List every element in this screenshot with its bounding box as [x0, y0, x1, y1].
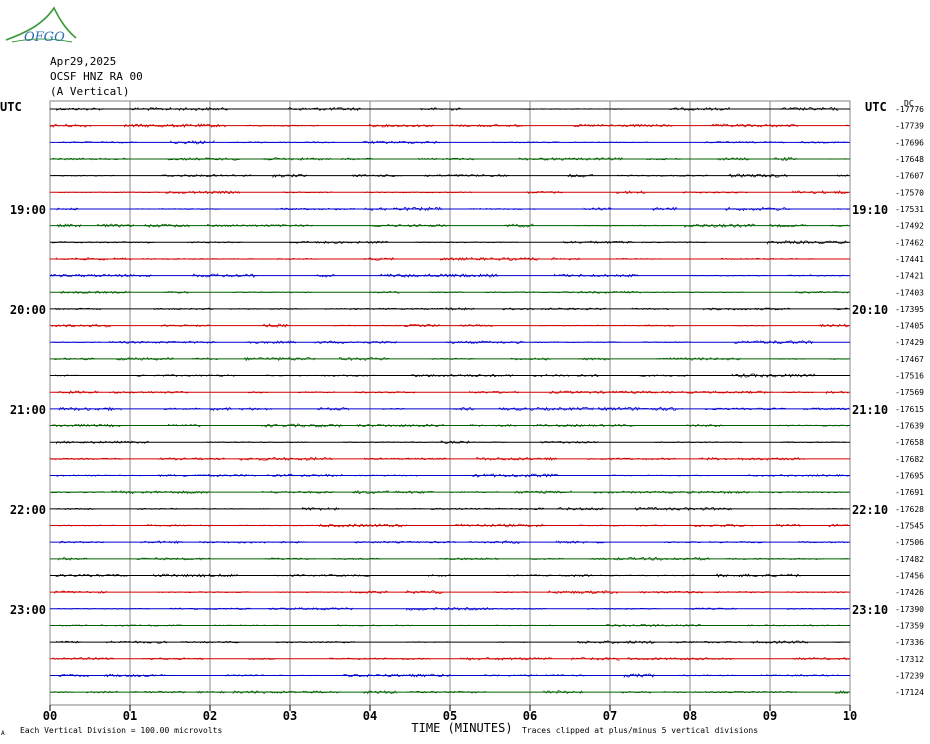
helicorder-chart: 00 01 02 03 04 05 06 07 08 09 10-17776-17739-17696… [0, 99, 924, 737]
trace-offset-label: -17426 [895, 588, 924, 597]
left-hour-label: 21:00 [10, 403, 46, 417]
trace-offset-label: -17570 [895, 188, 924, 197]
trace-offset-label: -17403 [895, 288, 924, 297]
x-tick-label: 08 [683, 709, 697, 723]
trace-offset-label: -17639 [895, 422, 924, 431]
trace-offset-label: -17739 [895, 122, 924, 131]
trace-offset-label: -17429 [895, 338, 924, 347]
dc-label: DC [904, 99, 914, 108]
trace-offset-label: -17336 [895, 638, 924, 647]
trace-offset-label: -17456 [895, 571, 924, 580]
x-tick-label: 07 [603, 709, 617, 723]
trace-offset-label: -17421 [895, 272, 924, 281]
trace-offset-label: -17467 [895, 355, 924, 364]
trace-offset-label: -17628 [895, 505, 924, 514]
footer-scale-note: Each Vertical Division = 100.00 microvol… [20, 726, 222, 735]
trace-offset-label: -17696 [895, 138, 924, 147]
trace-offset-label: -17545 [895, 522, 924, 531]
x-axis-label: TIME (MINUTES) [411, 721, 512, 735]
trace-offset-label: -17569 [895, 388, 924, 397]
trace-offset-label: -17506 [895, 538, 924, 547]
trace-offset-label: -17531 [895, 205, 924, 214]
trace-offset-label: -17492 [895, 222, 924, 231]
right-hour-label: 20:10 [852, 303, 888, 317]
trace-offset-label: -17691 [895, 488, 924, 497]
trace-offset-label: -17312 [895, 655, 924, 664]
left-hour-label: 20:00 [10, 303, 46, 317]
left-hour-label: 23:00 [10, 603, 46, 617]
trace-offset-label: -17395 [895, 305, 924, 314]
x-tick-label: 03 [283, 709, 297, 723]
x-tick-label: 00 [43, 709, 57, 723]
trace-offset-label: -17615 [895, 405, 924, 414]
trace-offset-label: -17695 [895, 472, 924, 481]
right-hour-label: 19:10 [852, 203, 888, 217]
x-tick-label: 09 [763, 709, 777, 723]
trace-offset-label: -17648 [895, 155, 924, 164]
trace-offset-label: -17359 [895, 621, 924, 630]
x-tick-label: 06 [523, 709, 537, 723]
trace-offset-label: -17682 [895, 455, 924, 464]
right-utc-label: UTC [865, 100, 887, 114]
trace-offset-label: -17658 [895, 438, 924, 447]
left-hour-label: 22:00 [10, 503, 46, 517]
x-tick-label: 01 [123, 709, 137, 723]
trace-offset-label: -17482 [895, 555, 924, 564]
right-hour-label: 23:10 [852, 603, 888, 617]
x-tick-label: 02 [203, 709, 217, 723]
trace-offset-label: -17124 [895, 688, 924, 697]
left-utc-label: UTC [0, 100, 22, 114]
trace-offset-label: -17516 [895, 372, 924, 381]
x-tick-label: 10 [843, 709, 857, 723]
footer-clip-note: Traces clipped at plus/minus 5 vertical … [522, 726, 758, 735]
right-hour-label: 22:10 [852, 503, 888, 517]
left-hour-label: 19:00 [10, 203, 46, 217]
footer-mark: A [1, 730, 5, 737]
trace-offset-label: -17239 [895, 671, 924, 680]
right-hour-label: 21:10 [852, 403, 888, 417]
trace-offset-label: -17441 [895, 255, 924, 264]
trace-offset-label: -17405 [895, 322, 924, 331]
trace-offset-label: -17390 [895, 605, 924, 614]
trace-offset-label: -17462 [895, 238, 924, 247]
trace-offset-label: -17607 [895, 172, 924, 181]
x-tick-label: 04 [363, 709, 377, 723]
